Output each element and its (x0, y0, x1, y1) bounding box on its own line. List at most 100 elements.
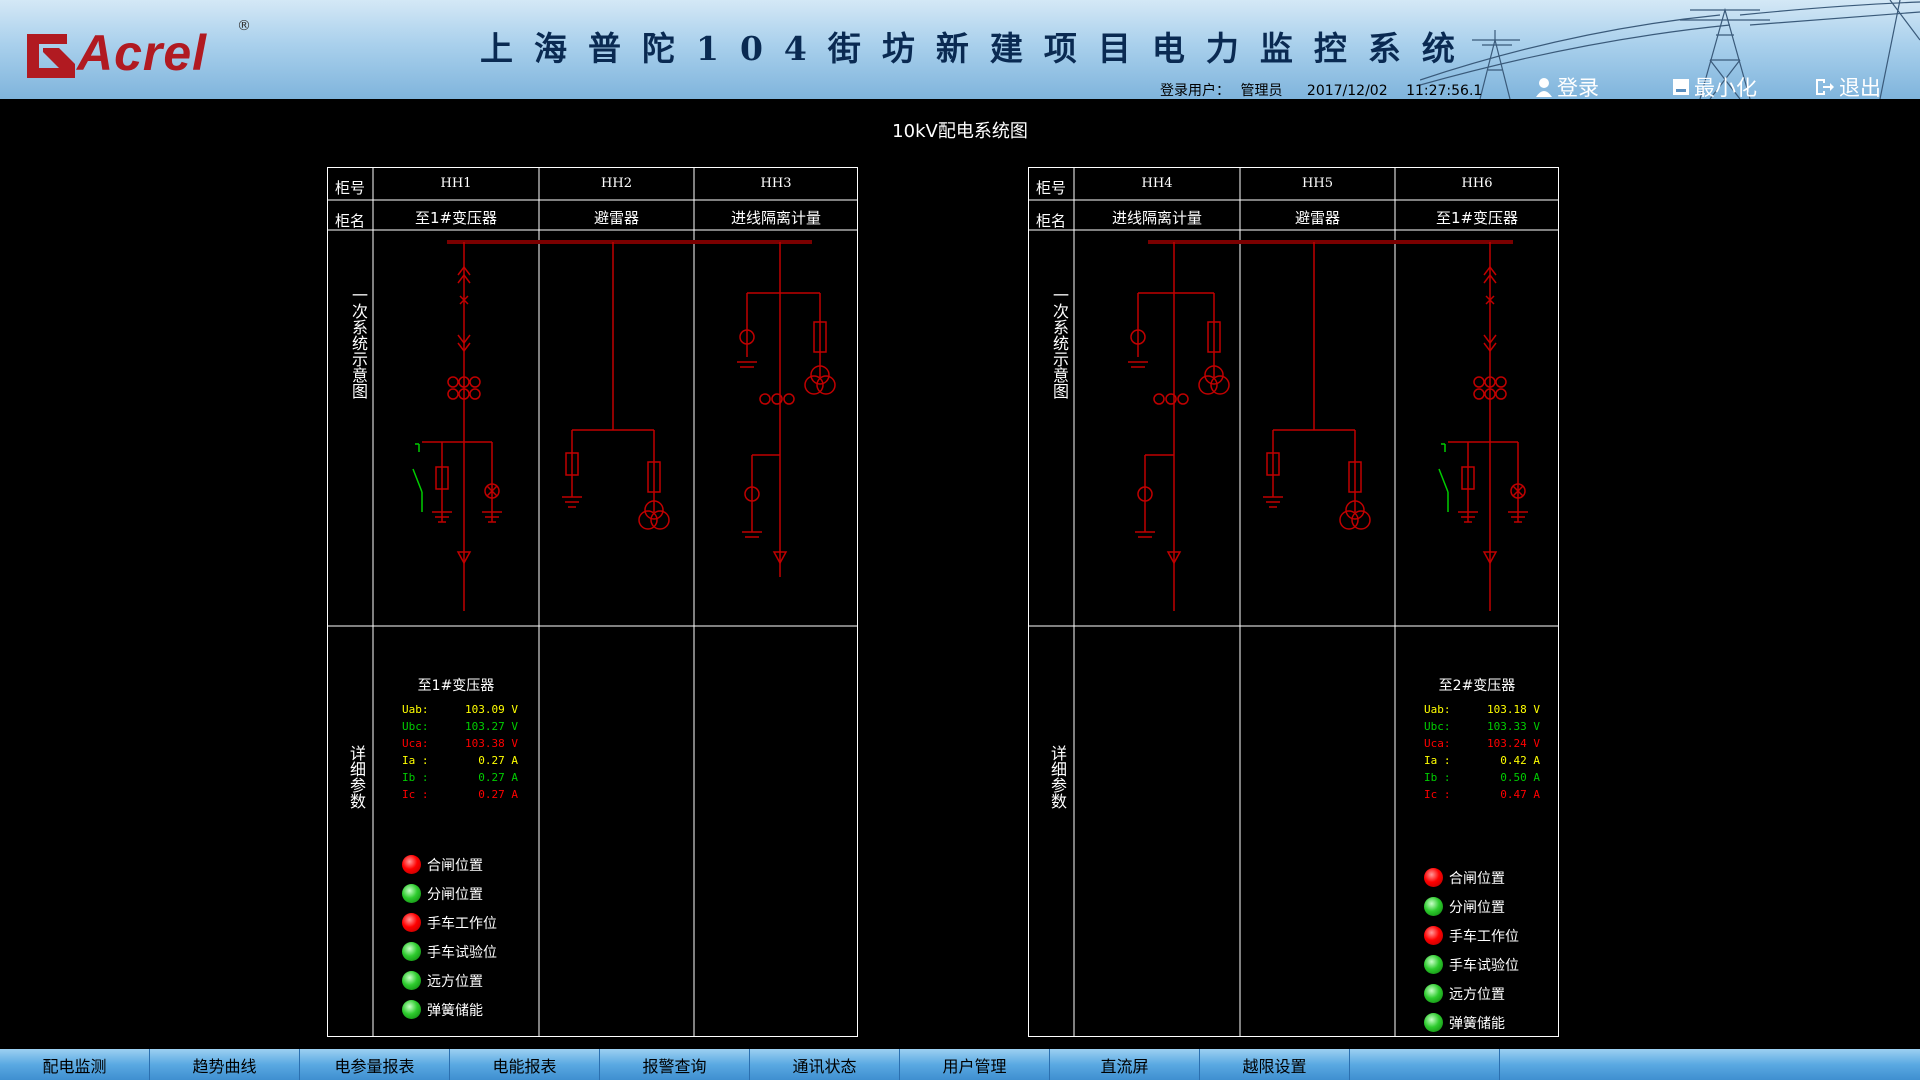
page-title: 10kV配电系统图 (892, 121, 1028, 142)
status-item: 手车试验位 (1424, 950, 1519, 979)
registered-mark: ® (237, 18, 251, 34)
acrel-logo: Acrel ® (27, 18, 257, 81)
nav-tab[interactable]: 电能报表 (450, 1049, 600, 1080)
primary-circuit-left (422, 240, 836, 611)
minimize-label: 最小化 (1694, 76, 1757, 99)
green-indicator-icon (1424, 897, 1443, 916)
param-row: Uab: 103.18 V (1424, 701, 1540, 718)
cabinet-name: 进线隔离计量 (730, 209, 821, 227)
status-item: 分闸位置 (1424, 892, 1519, 921)
panel-left: 柜号 柜名 HH1 HH2 HH3 至1#变压器 避雷器 进线隔离计量 一次系统… (327, 167, 858, 1037)
param-key: Uab: (1424, 703, 1451, 716)
red-indicator-icon (1424, 926, 1443, 945)
param-value: 0.42 A (1500, 754, 1540, 767)
panel-right: 柜号 柜名 HH4 HH5 HH6 进线隔离计量 避雷器 至1#变压器 一次系统… (1028, 167, 1559, 1037)
param-key: Ic : (1424, 788, 1451, 801)
nav-tab[interactable]: 通讯状态 (750, 1049, 900, 1080)
status-item: 弹簧储能 (402, 995, 497, 1024)
param-value: 103.18 V (1487, 703, 1540, 716)
param-value: 103.27 V (465, 720, 518, 733)
green-indicator-icon (402, 884, 421, 903)
vertical-label-text: 一次系统示意图 (349, 287, 368, 399)
nav-tab[interactable]: 报警查询 (600, 1049, 750, 1080)
param-row: Ubc: 103.33 V (1424, 718, 1540, 735)
param-key: Ia : (402, 754, 429, 767)
logout-label: 退出 (1839, 76, 1881, 99)
param-row: Uca: 103.24 V (1424, 735, 1540, 752)
logout-button[interactable]: 退出 (1815, 72, 1881, 99)
status-item: 弹簧储能 (1424, 1008, 1519, 1037)
param-row: Ia : 0.42 A (1424, 752, 1540, 769)
param-row: Ib : 0.27 A (402, 769, 518, 786)
param-row: Uca: 103.38 V (402, 735, 518, 752)
row-label-cabinet-name: 柜名 (334, 212, 365, 230)
green-indicator-icon (402, 942, 421, 961)
vertical-label-text: 详细参数 (1048, 745, 1067, 809)
param-row: Ia : 0.27 A (402, 752, 518, 769)
nav-tab[interactable]: 电参量报表 (300, 1049, 450, 1080)
date: 2017/12/02 (1306, 83, 1388, 99)
param-row: Ubc: 103.27 V (402, 718, 518, 735)
status-label: 手车工作位 (427, 915, 497, 932)
red-indicator-icon (402, 855, 421, 874)
login-button[interactable]: 登录 (1535, 72, 1599, 99)
primary-circuit-right (1128, 240, 1528, 611)
row-label-cabinet-no: 柜号 (1035, 179, 1066, 197)
param-value: 0.27 A (478, 754, 518, 767)
nav-tab[interactable]: 趋势曲线 (150, 1049, 300, 1080)
red-indicator-icon (1424, 868, 1443, 887)
param-row: Uab: 103.09 V (402, 701, 518, 718)
param-value: 103.33 V (1487, 720, 1540, 733)
param-key: Ic : (402, 788, 429, 801)
cabinet-no: HH4 (1141, 176, 1173, 191)
vertical-label-text: 详细参数 (347, 745, 366, 809)
nav-tab[interactable]: 直流屏 (1050, 1049, 1200, 1080)
time: 11:27:56.1 (1406, 83, 1483, 99)
param-value: 103.09 V (465, 703, 518, 716)
cabinet-name: 避雷器 (1294, 209, 1340, 227)
status-label: 手车工作位 (1449, 928, 1519, 945)
detail-name: 至1#变压器 (417, 678, 495, 694)
status-item: 手车工作位 (402, 908, 497, 937)
cabinet-name: 至1#变压器 (414, 209, 498, 227)
cabinet-name: 避雷器 (593, 209, 639, 227)
login-label: 登录 (1557, 76, 1599, 99)
param-value: 0.50 A (1500, 771, 1540, 784)
bottom-nav: 配电监测 趋势曲线 电参量报表 电能报表 报警查询 通讯状态 用户管理 直流屏 … (0, 1049, 1920, 1080)
row-label-details: 详细参数 (340, 745, 366, 809)
status-label: 手车试验位 (427, 944, 497, 961)
login-user-label: 登录用户： (1160, 83, 1230, 99)
row-label-cabinet-no: 柜号 (334, 179, 365, 197)
cabinet-no: HH2 (601, 176, 632, 191)
status-item: 合闸位置 (402, 850, 497, 879)
login-user: 管理员 (1240, 83, 1283, 99)
minimize-button[interactable]: 最小化 (1672, 72, 1757, 99)
param-key: Ubc: (1424, 720, 1451, 733)
minimize-icon (1673, 79, 1689, 95)
user-icon (1536, 78, 1552, 97)
logo-text: Acrel (77, 25, 208, 81)
param-value: 0.47 A (1500, 788, 1540, 801)
green-indicator-icon (402, 1000, 421, 1019)
nav-tab[interactable]: 配电监测 (0, 1049, 150, 1080)
login-info: 登录用户： 管理员 2017/12/02 11:27:56.1 (1160, 80, 1482, 99)
status-item: 分闸位置 (402, 879, 497, 908)
green-indicator-icon (1424, 984, 1443, 1003)
status-label: 分闸位置 (427, 886, 483, 903)
exit-icon (1816, 79, 1834, 95)
status-indicators: 合闸位置 分闸位置 手车工作位 手车试验位 远方位置 弹簧储能 (402, 850, 497, 1024)
param-key: Ib : (402, 771, 429, 784)
ground-switch-green (412, 443, 423, 512)
status-label: 远方位置 (1449, 986, 1505, 1003)
status-indicators: 合闸位置分闸位置手车工作位手车试验位远方位置弹簧储能 (1424, 863, 1519, 1037)
nav-tab[interactable] (1350, 1049, 1500, 1080)
param-row: Ib : 0.50 A (1424, 769, 1540, 786)
status-label: 弹簧储能 (427, 1002, 483, 1019)
nav-tab[interactable]: 越限设置 (1200, 1049, 1350, 1080)
nav-tab[interactable]: 用户管理 (900, 1049, 1050, 1080)
system-title: 上海普陀104街坊新建项目电力监控系统 (480, 29, 1476, 68)
row-label-details: 详细参数 (1041, 745, 1067, 809)
param-value: 0.27 A (478, 788, 518, 801)
status-item: 手车试验位 (402, 937, 497, 966)
status-label: 合闸位置 (1449, 870, 1505, 887)
